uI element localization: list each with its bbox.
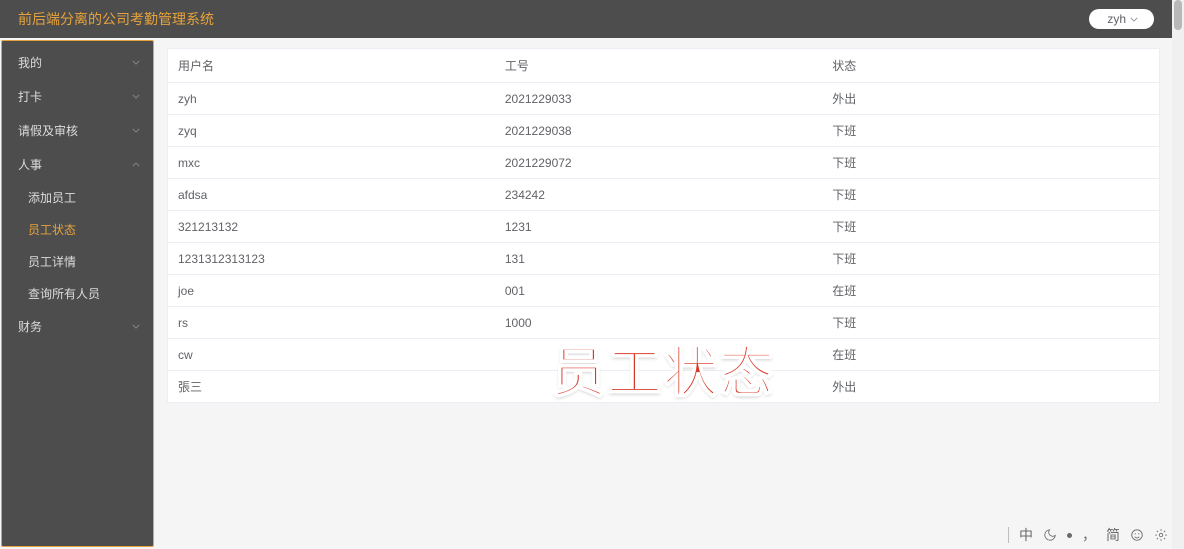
sidebar-item-leave[interactable]: 请假及审核 <box>2 113 153 147</box>
cell-status: 下班 <box>822 179 1159 211</box>
cell-code: 1000 <box>495 307 822 339</box>
ime-gear-icon[interactable] <box>1154 528 1168 542</box>
cell-username: zyq <box>168 115 495 147</box>
cell-code <box>495 339 822 371</box>
cell-code: 2021229038 <box>495 115 822 147</box>
sidebar-subitem-emp-detail[interactable]: 员工详情 <box>2 245 153 277</box>
table-row[interactable]: 張三 外出 <box>168 371 1160 403</box>
sidebar-item-label: 查询所有人员 <box>28 285 100 302</box>
cell-status: 下班 <box>822 307 1159 339</box>
sidebar-item-label: 人事 <box>18 156 42 173</box>
chevron-down-icon <box>131 321 141 331</box>
sidebar-item-finance[interactable]: 财务 <box>2 309 153 343</box>
cell-status: 在班 <box>822 339 1159 371</box>
table-row[interactable]: zyh2021229033外出 <box>168 83 1160 115</box>
ime-moon-icon[interactable] <box>1043 528 1057 542</box>
user-dropdown[interactable]: zyh <box>1089 9 1154 29</box>
app-title: 前后端分离的公司考勤管理系统 <box>18 9 214 29</box>
cell-username: 1231312313123 <box>168 243 495 275</box>
sidebar-item-label: 添加员工 <box>28 189 76 206</box>
chevron-down-icon <box>1130 15 1138 23</box>
employee-status-table: 用户名 工号 状态 zyh2021229033外出zyq2021229038下班… <box>167 48 1160 403</box>
cell-username: afdsa <box>168 179 495 211</box>
cell-status: 在班 <box>822 275 1159 307</box>
cell-code: 234242 <box>495 179 822 211</box>
cell-username: joe <box>168 275 495 307</box>
table-row[interactable]: 1231312313123131下班 <box>168 243 1160 275</box>
cell-code: 2021229033 <box>495 83 822 115</box>
ime-divider <box>1008 527 1009 543</box>
sidebar-item-mine[interactable]: 我的 <box>2 45 153 79</box>
cell-username: cw <box>168 339 495 371</box>
user-name: zyh <box>1107 12 1126 26</box>
sidebar-subitem-query-all[interactable]: 查询所有人员 <box>2 277 153 309</box>
sidebar-item-label: 打卡 <box>18 88 42 105</box>
app-header: 前后端分离的公司考勤管理系统 zyh <box>0 0 1172 38</box>
cell-status: 下班 <box>822 115 1159 147</box>
sidebar-item-label: 员工状态 <box>28 221 76 238</box>
cell-username: 張三 <box>168 371 495 403</box>
col-username[interactable]: 用户名 <box>168 49 495 83</box>
cell-code: 1231 <box>495 211 822 243</box>
cell-status: 下班 <box>822 243 1159 275</box>
cell-code: 131 <box>495 243 822 275</box>
chevron-up-icon <box>131 159 141 169</box>
table-row[interactable]: zyq2021229038下班 <box>168 115 1160 147</box>
sidebar-item-label: 我的 <box>18 54 42 71</box>
table-row[interactable]: afdsa234242下班 <box>168 179 1160 211</box>
table-row[interactable]: rs1000下班 <box>168 307 1160 339</box>
main-content: 用户名 工号 状态 zyh2021229033外出zyq2021229038下班… <box>155 38 1172 549</box>
sidebar-subitem-emp-status[interactable]: 员工状态 <box>2 213 153 245</box>
scrollbar-thumb[interactable] <box>1174 0 1182 30</box>
table-row[interactable]: cw 在班 <box>168 339 1160 371</box>
sidebar-subitem-add-emp[interactable]: 添加员工 <box>2 181 153 213</box>
table-row[interactable]: 3212131321231下班 <box>168 211 1160 243</box>
col-code[interactable]: 工号 <box>495 49 822 83</box>
ime-toolbar: 中 ， 简 <box>1008 525 1168 545</box>
chevron-down-icon <box>131 91 141 101</box>
sidebar-item-label: 财务 <box>18 318 42 335</box>
ime-lang[interactable]: 中 <box>1019 525 1033 545</box>
table-row[interactable]: joe001在班 <box>168 275 1160 307</box>
ime-comma-icon[interactable]: ， <box>1082 525 1096 545</box>
cell-status: 外出 <box>822 83 1159 115</box>
ime-status-dot[interactable] <box>1067 533 1072 538</box>
chevron-down-icon <box>131 125 141 135</box>
cell-status: 外出 <box>822 371 1159 403</box>
cell-username: zyh <box>168 83 495 115</box>
cell-username: 321213132 <box>168 211 495 243</box>
cell-username: mxc <box>168 147 495 179</box>
ime-smile-icon[interactable] <box>1130 528 1144 542</box>
sidebar-item-hr[interactable]: 人事 <box>2 147 153 181</box>
chevron-down-icon <box>131 57 141 67</box>
vertical-scrollbar[interactable] <box>1172 0 1184 549</box>
cell-status: 下班 <box>822 147 1159 179</box>
sidebar-item-label: 请假及审核 <box>18 122 78 139</box>
ime-mode[interactable]: 简 <box>1106 525 1120 545</box>
sidebar-item-punch[interactable]: 打卡 <box>2 79 153 113</box>
sidebar: 我的 打卡 请假及审核 人事 <box>1 40 154 547</box>
sidebar-item-label: 员工详情 <box>28 253 76 270</box>
cell-code: 2021229072 <box>495 147 822 179</box>
col-status[interactable]: 状态 <box>822 49 1159 83</box>
cell-status: 下班 <box>822 211 1159 243</box>
cell-code <box>495 371 822 403</box>
table-row[interactable]: mxc2021229072下班 <box>168 147 1160 179</box>
cell-code: 001 <box>495 275 822 307</box>
cell-username: rs <box>168 307 495 339</box>
